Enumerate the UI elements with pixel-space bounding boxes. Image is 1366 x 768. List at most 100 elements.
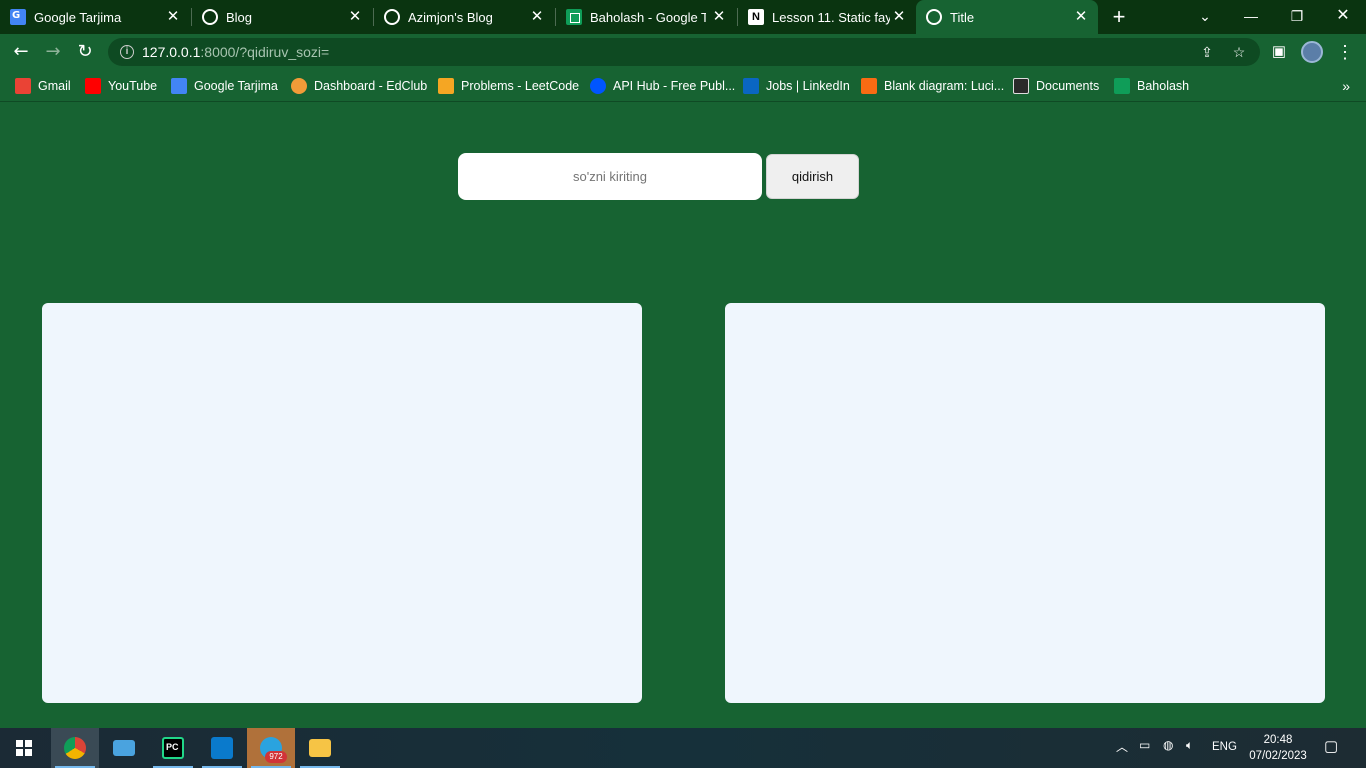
bookmark-label: Documents	[1036, 79, 1100, 93]
close-icon[interactable]: ✕	[346, 8, 364, 26]
bookmark-youtube[interactable]: YouTube	[85, 76, 157, 96]
globe-icon	[202, 9, 218, 25]
tab-strip: Google Tarjima ✕ Blog ✕ Azimjon's Blog ✕…	[0, 0, 1366, 34]
bookmark-label: API Hub - Free Publ...	[613, 79, 736, 93]
taskbar-pycharm[interactable]: PC	[149, 728, 197, 768]
clock-time: 20:48	[1263, 734, 1293, 746]
bookmark-label: Dashboard - EdClub	[314, 79, 428, 93]
reload-button[interactable]: ↻	[72, 40, 98, 64]
share-icon[interactable]: ⇪	[1198, 43, 1216, 61]
youtube-icon	[85, 78, 101, 94]
bookmark-star-icon[interactable]: ☆	[1230, 43, 1248, 61]
address-bar[interactable]: i 127.0.0.1:8000/?qidiruv_sozi= ⇪ ☆	[108, 38, 1260, 66]
menu-icon[interactable]: ⋮	[1334, 41, 1356, 63]
leetcode-icon	[438, 78, 454, 94]
new-tab-button[interactable]: +	[1108, 6, 1130, 28]
bookmark-label: Problems - LeetCode	[461, 79, 580, 93]
bookmark-baholash[interactable]: Baholash	[1114, 76, 1189, 96]
globe-icon	[926, 9, 942, 25]
back-button[interactable]: ←	[8, 40, 34, 64]
side-panel-icon[interactable]: ▣	[1268, 41, 1290, 63]
network-icon[interactable]: ◍	[1163, 738, 1173, 752]
tab-google-tarjima[interactable]: Google Tarjima ✕	[0, 0, 190, 34]
bookmark-label: Google Tarjima	[194, 79, 278, 93]
taskbar-file-explorer[interactable]	[296, 728, 344, 768]
bookmarks-bar: Gmail YouTube Google Tarjima Dashboard -…	[0, 70, 1366, 102]
url-path: :8000/?qidiruv_sozi=	[200, 44, 330, 60]
bookmark-label: Blank diagram: Luci...	[884, 79, 1005, 93]
windows-taskbar: PC ︿ ▭ ◍ 🔈︎ ENG 20:48 07/02/2023 ▢	[0, 728, 1366, 768]
language-indicator[interactable]: ENG	[1212, 741, 1237, 753]
laptop-icon	[113, 740, 135, 756]
file-explorer-icon	[309, 739, 331, 757]
tab-label: Google Tarjima	[34, 10, 122, 25]
bookmark-label: Gmail	[38, 79, 71, 93]
url-text[interactable]: 127.0.0.1:8000/?qidiruv_sozi=	[142, 44, 329, 60]
bookmark-documents[interactable]: Documents	[1013, 76, 1099, 96]
edclub-icon	[291, 78, 307, 94]
battery-icon[interactable]: ▭	[1139, 738, 1150, 752]
close-icon[interactable]: ✕	[528, 8, 546, 26]
restore-button[interactable]: ❐	[1274, 0, 1320, 32]
bookmark-leetcode[interactable]: Problems - LeetCode	[438, 76, 579, 96]
tab-label: Baholash - Google Tab	[590, 10, 706, 25]
site-info-icon[interactable]: i	[120, 45, 134, 59]
url-host: 127.0.0.1	[142, 44, 201, 60]
bookmark-linkedin[interactable]: Jobs | LinkedIn	[743, 76, 850, 96]
tab-lesson-11[interactable]: N Lesson 11. Static fayllar ✕	[738, 0, 916, 34]
bookmark-edclub[interactable]: Dashboard - EdClub	[291, 76, 427, 96]
bookmarks-overflow-icon[interactable]: »	[1342, 78, 1350, 94]
bookmark-label: YouTube	[108, 79, 158, 93]
bookmark-gmail[interactable]: Gmail	[15, 76, 71, 96]
tab-baholash[interactable]: Baholash - Google Tab ✕	[556, 0, 736, 34]
chrome-icon	[64, 737, 86, 759]
documents-icon	[1013, 78, 1029, 94]
content-card-right	[725, 303, 1325, 703]
close-icon[interactable]: ✕	[1072, 8, 1090, 26]
tab-search-icon[interactable]: ⌄	[1182, 0, 1228, 32]
close-icon[interactable]: ✕	[710, 8, 728, 26]
globe-icon	[384, 9, 400, 25]
close-icon[interactable]: ✕	[890, 8, 908, 26]
tab-label: Title	[950, 10, 975, 25]
lucidchart-icon	[861, 78, 877, 94]
notion-icon: N	[748, 9, 764, 25]
google-sheets-icon	[566, 9, 582, 25]
search-input[interactable]	[458, 153, 762, 200]
system-clock[interactable]: 20:48 07/02/2023	[1240, 732, 1316, 764]
tab-label: Azimjon's Blog	[408, 10, 493, 25]
bookmark-api-hub[interactable]: API Hub - Free Publ...	[590, 76, 735, 96]
bookmark-lucidchart[interactable]: Blank diagram: Luci...	[861, 76, 1004, 96]
rapidapi-icon	[590, 78, 606, 94]
close-window-button[interactable]: ✕	[1320, 0, 1366, 32]
profile-avatar[interactable]	[1301, 41, 1323, 63]
bookmark-label: Jobs | LinkedIn	[766, 79, 850, 93]
minimize-button[interactable]: —	[1228, 0, 1274, 32]
content-card-left	[42, 303, 642, 703]
bookmark-google-tarjima[interactable]: Google Tarjima	[171, 76, 278, 96]
telegram-unread-badge: 972	[265, 751, 287, 763]
forward-button[interactable]: →	[40, 40, 66, 64]
vscode-icon	[211, 737, 233, 759]
tab-blog[interactable]: Blog ✕	[192, 0, 372, 34]
taskbar-vscode[interactable]	[198, 728, 246, 768]
search-button[interactable]: qidirish	[766, 154, 859, 199]
tab-label: Lesson 11. Static fayllar	[772, 10, 890, 25]
linkedin-icon	[743, 78, 759, 94]
close-icon[interactable]: ✕	[164, 8, 182, 26]
notifications-icon[interactable]: ▢	[1324, 737, 1338, 755]
tab-azimjons-blog[interactable]: Azimjon's Blog ✕	[374, 0, 554, 34]
clock-date: 07/02/2023	[1249, 750, 1307, 762]
google-translate-icon	[10, 9, 26, 25]
google-translate-icon	[171, 78, 187, 94]
taskbar-laptop[interactable]	[100, 728, 148, 768]
chevron-up-icon[interactable]: ︿	[1116, 738, 1128, 755]
tab-title[interactable]: Title ✕	[916, 0, 1098, 34]
gmail-icon	[15, 78, 31, 94]
bookmark-label: Baholash	[1137, 79, 1190, 93]
start-button[interactable]	[0, 728, 48, 768]
tab-label: Blog	[226, 10, 253, 25]
volume-icon[interactable]: 🔈︎	[1186, 738, 1193, 753]
taskbar-chrome[interactable]	[51, 728, 99, 768]
pycharm-icon: PC	[162, 737, 184, 759]
